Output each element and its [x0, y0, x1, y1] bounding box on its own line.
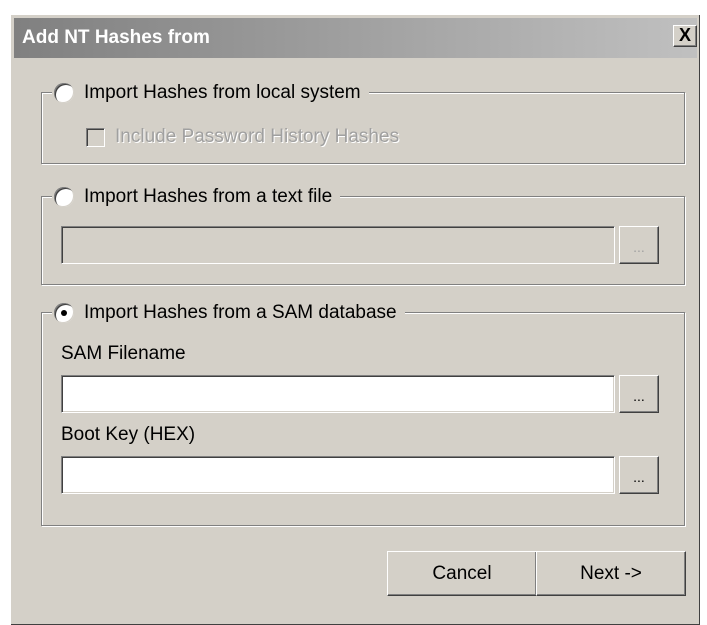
text-file-radio[interactable]: [54, 187, 74, 207]
add-nt-hashes-dialog: Add NT Hashes from X Import Hashes from …: [10, 14, 700, 625]
include-history-option: Include Password History Hashes: [86, 126, 399, 148]
boot-key-input[interactable]: [61, 456, 615, 494]
background-window-header: [0, 0, 707, 15]
include-history-checkbox: [86, 127, 105, 147]
boot-key-label: Boot Key (HEX): [61, 424, 196, 445]
sam-filename-input[interactable]: [61, 375, 615, 413]
sam-database-label: Import Hashes from a SAM database: [84, 302, 397, 323]
background-window-right-edge: [699, 14, 707, 624]
sam-database-group: Import Hashes from a SAM database SAM Fi…: [41, 300, 685, 526]
text-file-group: Import Hashes from a text file ...: [41, 184, 685, 285]
cancel-button[interactable]: Cancel: [387, 551, 537, 596]
local-system-label: Import Hashes from local system: [84, 82, 361, 103]
local-system-radio[interactable]: [54, 83, 74, 103]
text-file-path-input: [61, 226, 615, 264]
text-file-label: Import Hashes from a text file: [84, 186, 333, 207]
sam-filename-browse-button[interactable]: ...: [619, 375, 659, 413]
text-file-option[interactable]: Import Hashes from a text file: [52, 184, 341, 210]
sam-database-option[interactable]: Import Hashes from a SAM database: [52, 300, 405, 326]
boot-key-browse-button[interactable]: ...: [619, 456, 659, 494]
text-file-browse-button: ...: [619, 226, 659, 264]
local-system-group: Import Hashes from local system Include …: [41, 80, 685, 164]
sam-database-radio[interactable]: [54, 303, 74, 323]
close-icon[interactable]: X: [673, 25, 697, 47]
local-system-option[interactable]: Import Hashes from local system: [52, 80, 369, 106]
dialog-titlebar[interactable]: Add NT Hashes from X: [14, 18, 697, 58]
next-button[interactable]: Next ->: [536, 551, 686, 596]
sam-filename-label: SAM Filename: [61, 343, 186, 364]
include-history-label: Include Password History Hashes: [115, 126, 400, 147]
dialog-title: Add NT Hashes from: [22, 27, 210, 48]
